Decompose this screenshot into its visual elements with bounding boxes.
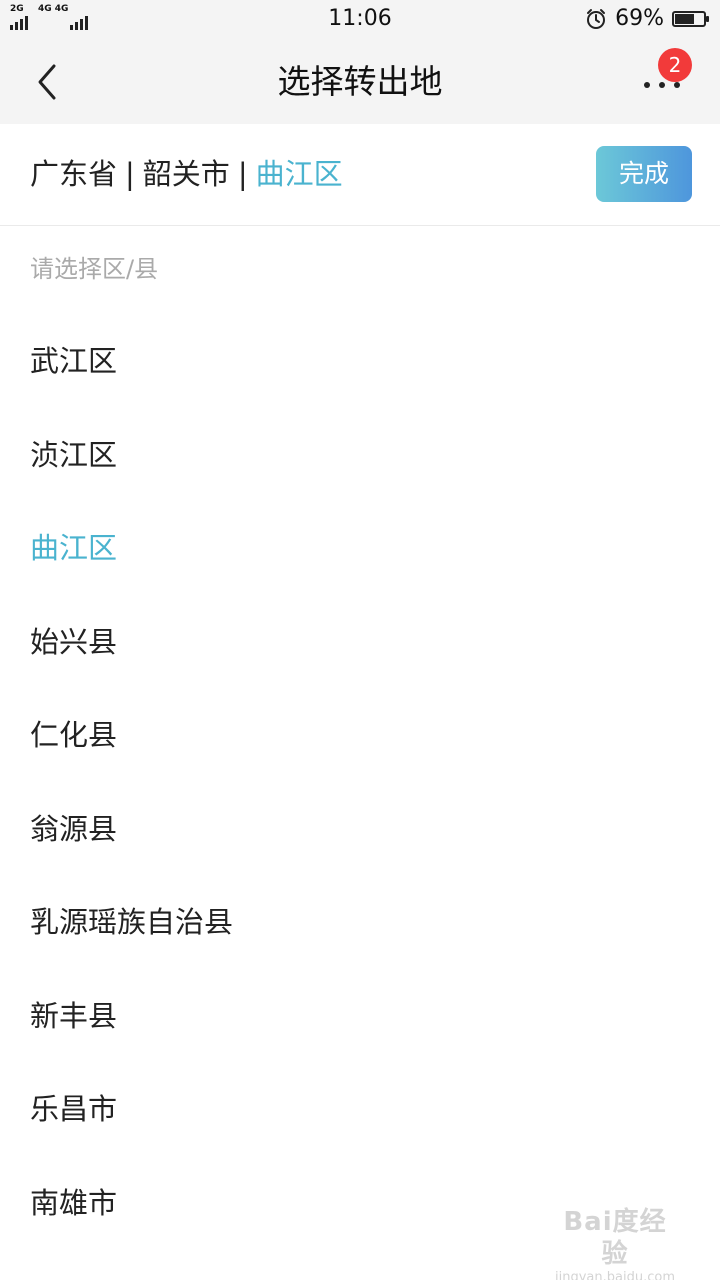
baidu-jingyan-watermark: Bai度经验 jingyan.baidu.com — [550, 1206, 680, 1280]
breadcrumb-district[interactable]: 曲江区 — [256, 157, 343, 191]
breadcrumb-separator: | — [125, 157, 135, 191]
watermark-logo: Bai度经验 — [563, 1207, 667, 1269]
list-item[interactable]: 始兴县 — [0, 596, 720, 690]
status-right: 69% — [585, 5, 709, 33]
list-item[interactable]: 新丰县 — [0, 970, 720, 1064]
district-list: 武江区 浈江区 曲江区 始兴县 仁化县 翁源县 乳源瑶族自治县 新丰县 乐昌市 … — [0, 315, 720, 1250]
notification-badge: 2 — [658, 48, 692, 82]
title-bar: 选择转出地 2 — [0, 40, 720, 124]
selection-breadcrumb-row: 广东省 | 韶关市 | 曲江区 完成 — [0, 124, 720, 226]
list-item[interactable]: 浈江区 — [0, 409, 720, 503]
battery-percent: 69% — [615, 6, 664, 31]
done-button[interactable]: 完成 — [596, 146, 692, 202]
breadcrumb-province[interactable]: 广东省 — [30, 157, 117, 191]
list-item[interactable]: 乳源瑶族自治县 — [0, 876, 720, 970]
status-bar: 2G 4G 4G 11:06 69% — [0, 0, 720, 40]
list-item[interactable]: 翁源县 — [0, 783, 720, 877]
watermark-url: jingyan.baidu.com — [555, 1270, 675, 1280]
more-button[interactable]: 2 — [634, 48, 692, 104]
more-dots-icon — [644, 82, 680, 88]
page-title: 选择转出地 — [277, 62, 443, 101]
list-item[interactable]: 曲江区 — [0, 502, 720, 596]
battery-icon — [672, 11, 709, 27]
battery-level — [675, 14, 694, 24]
list-hint: 请选择区/县 — [30, 255, 159, 283]
list-item[interactable]: 武江区 — [0, 315, 720, 409]
list-item[interactable]: 乐昌市 — [0, 1063, 720, 1157]
breadcrumb-separator: | — [237, 157, 248, 191]
alarm-clock-icon — [587, 9, 606, 29]
list-item[interactable]: 仁化县 — [0, 689, 720, 783]
breadcrumb-city[interactable]: 韶关市 — [143, 157, 230, 191]
screen: 2G 4G 4G 11:06 69% 选择转出地 2 广东省 | 韶关市 | 曲… — [0, 0, 720, 1280]
breadcrumb: 广东省 | 韶关市 | 曲江区 — [30, 154, 343, 194]
